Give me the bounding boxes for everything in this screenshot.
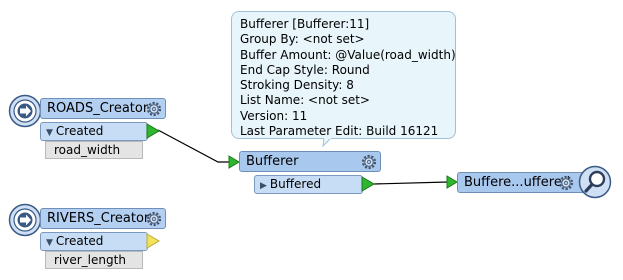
collapse-triangle-icon[interactable]: ▼ — [46, 238, 53, 248]
tooltip-line: Group By: <not set> — [240, 32, 365, 47]
rivers-creator-output-port[interactable]: ▼ Created — [40, 232, 148, 251]
tooltip-line: Bufferer [Bufferer:11] — [240, 17, 370, 31]
tooltip-line: List Name: <not set> — [240, 93, 370, 108]
input-port-arrow-icon[interactable] — [446, 175, 458, 189]
roads-creator-title: ROADS_Creator — [47, 101, 149, 116]
inspector-header[interactable]: Buffere...uffered — [457, 172, 591, 193]
output-port-arrow-icon[interactable] — [361, 176, 375, 192]
port-label: Buffered — [269, 177, 322, 191]
output-port-arrow-icon[interactable] — [146, 233, 160, 249]
tooltip-line: Buffer Amount: @Value(road_width) — [240, 47, 456, 62]
rivers-creator-attribute[interactable]: river_length — [45, 251, 143, 269]
creator-icon[interactable] — [8, 203, 42, 237]
roads-creator-attribute[interactable]: road_width — [45, 141, 143, 159]
tooltip-line: Stroking Density: 8 — [240, 78, 354, 93]
tooltip-tail — [322, 137, 332, 148]
gear-icon[interactable] — [146, 101, 162, 117]
tooltip-line: Last Parameter Edit: Build 16121 — [240, 124, 439, 139]
transformer-tooltip: Bufferer [Bufferer:11] Group By: <not se… — [231, 11, 456, 139]
collapse-triangle-icon[interactable]: ▼ — [46, 128, 53, 138]
output-port-arrow-icon[interactable] — [146, 123, 160, 139]
rivers-creator-header[interactable]: RIVERS_Creator — [40, 208, 166, 229]
connection-bufferer-to-inspector[interactable] — [373, 181, 449, 185]
connection-roads-to-bufferer[interactable] — [157, 129, 230, 163]
bufferer-output-port[interactable]: ▶ Buffered — [254, 175, 363, 194]
port-label: Created — [55, 124, 104, 138]
attribute-label: river_length — [54, 253, 126, 267]
bufferer-title: Bufferer — [246, 154, 299, 169]
tooltip-line: End Cap Style: Round — [240, 62, 370, 77]
expand-triangle-icon[interactable]: ▶ — [260, 181, 267, 191]
tooltip-line: Version: 11 — [240, 108, 308, 123]
bufferer-header[interactable]: Bufferer — [239, 151, 381, 172]
port-label: Created — [55, 234, 104, 248]
rivers-creator-title: RIVERS_Creator — [47, 211, 150, 226]
gear-icon[interactable] — [361, 154, 377, 170]
input-port-arrow-icon[interactable] — [228, 155, 240, 169]
creator-icon[interactable] — [8, 94, 42, 128]
magnifier-icon[interactable] — [578, 165, 612, 199]
gear-icon[interactable] — [558, 175, 574, 191]
roads-creator-output-port[interactable]: ▼ Created — [40, 122, 148, 141]
gear-icon[interactable] — [146, 211, 162, 227]
roads-creator-header[interactable]: ROADS_Creator — [40, 98, 166, 119]
inspector-title: Buffere...uffered — [464, 175, 571, 190]
attribute-label: road_width — [54, 143, 121, 157]
